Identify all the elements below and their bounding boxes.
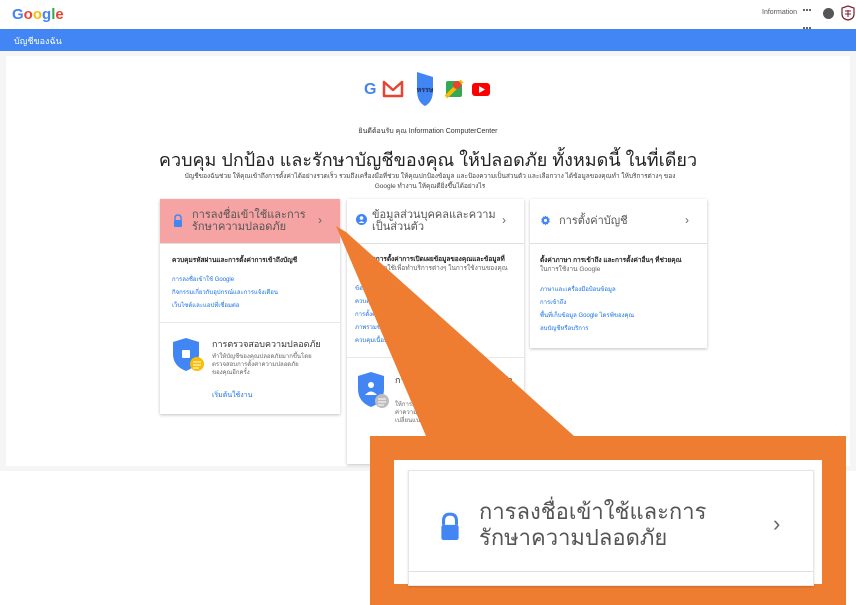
link-google-signin[interactable]: การลงชื่อเข้าใช้ Google — [172, 276, 234, 284]
privacy-checkup-text: ให้การตรวจสอบความเป็นส่วนตัว ค่าความเป็น… — [395, 402, 481, 424]
link-account-overview[interactable]: ภาพรวมของบัญชี — [355, 324, 400, 332]
welcome-text: ยินดีต้อนรับ คุณ Information ComputerCen… — [358, 128, 498, 135]
top-header: Google Information — [0, 0, 856, 47]
link-activity-controls[interactable]: ควบคุมกิจกรรม — [355, 298, 395, 306]
prefs-card-title: การตั้งค่าบัญชี — [559, 215, 628, 227]
signin-security-card-header[interactable]: การลงชื่อเข้าใช้และการ รักษาความปลอดภัย … — [160, 199, 340, 244]
person-icon — [356, 214, 367, 225]
chevron-right-icon: › — [685, 213, 689, 227]
youtube-icon — [472, 83, 490, 96]
privacy-checkup-title: การตรวจสอบความเป็นส่วนตัว — [395, 375, 513, 385]
chevron-right-icon: › — [502, 213, 506, 227]
divider — [409, 571, 813, 572]
svg-text:G: G — [364, 81, 376, 98]
signin-card-title-line1: การลงชื่อเข้าใช้และการ — [192, 209, 306, 221]
link-language-input[interactable]: ภาษาและเครื่องมือป้อนข้อมูล — [540, 286, 616, 294]
prefs-card-subtitle: ตั้งค่าภาษา การเข้าถึง และการตั้งค่าอื่น… — [540, 257, 682, 273]
account-shield-icon: หรรษ — [417, 72, 434, 106]
google-logo[interactable]: Google — [12, 6, 64, 23]
link-device-activity[interactable]: กิจกรรมเกี่ยวกับอุปกรณ์และการแจ้งเตือน — [172, 289, 278, 297]
page-title-bar: บัญชีของฉัน — [0, 29, 856, 51]
page-title: บัญชีของฉัน — [14, 36, 62, 46]
link-accessibility[interactable]: การเข้าถึง — [540, 299, 566, 307]
link-personal-info[interactable]: ข้อมูลส่วนตัว — [355, 285, 389, 293]
zoomed-signin-card[interactable]: การลงชื่อเข้าใช้และการ รักษาความปลอดภัย … — [408, 470, 814, 586]
security-checkup-title: การตรวจสอบความปลอดภัย — [212, 339, 321, 349]
lock-icon — [174, 214, 182, 227]
chevron-right-icon: › — [773, 511, 781, 536]
notifications-icon[interactable] — [823, 8, 834, 19]
app-icons-row: G หรรษ — [364, 72, 490, 106]
privacy-card: ข้อมูลส่วนบุคคลและความ เป็นส่วนตัว › ควบ… — [347, 199, 524, 464]
link-connected-apps[interactable]: เว็บไซต์และแอปที่เชื่อมต่อ — [172, 302, 239, 310]
avatar-icon[interactable] — [841, 5, 855, 21]
gear-icon — [541, 215, 550, 226]
gmail-icon — [382, 80, 404, 98]
link-ad-settings[interactable]: การตั้งค่าโฆษณา — [355, 311, 400, 319]
divider — [160, 322, 340, 323]
signin-card-title-line2: รักษาความปลอดภัย — [192, 221, 287, 233]
account-preferences-card-header[interactable]: การตั้งค่าบัญชี › — [530, 199, 707, 244]
apps-icon[interactable] — [803, 9, 813, 47]
signin-card-subtitle: ควบคุมรหัสผ่านและการตั้งค่าการเข้าถึงบัญ… — [172, 257, 298, 264]
privacy-card-header[interactable]: ข้อมูลส่วนบุคคลและความ เป็นส่วนตัว › — [347, 199, 524, 244]
privacy-checkup-icon — [358, 372, 389, 408]
zoom-callout: การลงชื่อเข้าใช้และการ รักษาความปลอดภัย … — [370, 436, 846, 605]
hero-description: บัญชีของฉันช่วย ให้คุณเข้าถึงการตั้งค่าไ… — [184, 173, 676, 190]
link-delete-account[interactable]: ลบบัญชีหรือบริการ — [540, 325, 589, 333]
lock-icon — [441, 512, 459, 540]
privacy-card-subtitle: ควบคุมการตั้งค่าการเปิดเผยข้อมูลของคุณแล… — [355, 256, 508, 272]
google-g-icon: G — [364, 81, 376, 98]
security-checkup-text: ทำให้บัญชีของคุณปลอดภัยมากขึ้นโดย ตรวจสอ… — [212, 354, 312, 376]
user-name[interactable]: Information — [762, 9, 797, 16]
divider — [347, 357, 524, 358]
privacy-card-title-line2: เป็นส่วนตัว — [372, 221, 424, 233]
chevron-right-icon: › — [318, 213, 322, 227]
headline: ควบคุม ปกป้อง และรักษาบัญชีของคุณ ให้ปลอ… — [158, 150, 698, 170]
zoom-callout-inner: การลงชื่อเข้าใช้และการ รักษาความปลอดภัย … — [394, 460, 822, 586]
security-checkup-icon — [173, 338, 204, 371]
start-link[interactable]: เริ่มต้นใช้งาน — [212, 392, 252, 400]
signin-security-card: การลงชื่อเข้าใช้และการ รักษาความปลอดภัย … — [160, 199, 340, 414]
link-content-controls[interactable]: ควบคุมเนื้อหา — [355, 337, 391, 345]
privacy-card-title-line1: ข้อมูลส่วนบุคคลและความ — [372, 209, 496, 221]
zoomed-card-title: การลงชื่อเข้าใช้และการ รักษาความปลอดภัย — [479, 499, 707, 550]
avatar-label: หรรษ — [417, 87, 434, 94]
account-preferences-card: การตั้งค่าบัญชี › ตั้งค่าภาษา การเข้าถึง… — [530, 199, 707, 348]
maps-icon — [444, 79, 464, 99]
link-drive-storage[interactable]: พื้นที่เก็บข้อมูล Google ไดรฟ์ของคุณ — [540, 312, 634, 320]
